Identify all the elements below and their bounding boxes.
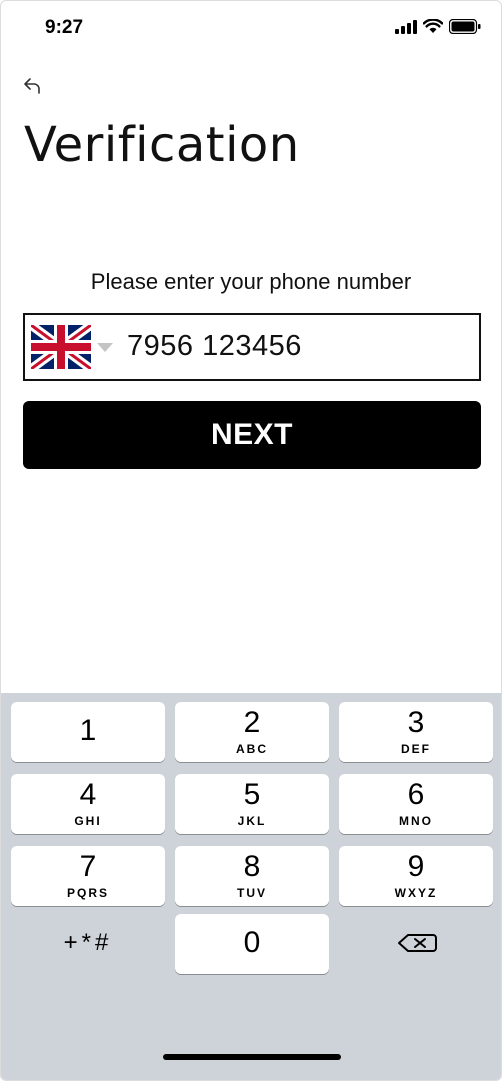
numeric-keypad: 1 2 ABC 3 DEF 4 GHI 5 JKL 6 MNO 7 PQRS 8… xyxy=(1,693,501,1080)
key-digit: 7 xyxy=(79,850,97,883)
key-2[interactable]: 2 ABC xyxy=(175,702,329,762)
phone-number-value[interactable]: 7956 123456 xyxy=(127,330,302,363)
key-9[interactable]: 9 WXYZ xyxy=(339,846,493,906)
key-digit: 4 xyxy=(79,778,97,811)
key-digit: 2 xyxy=(243,706,261,739)
key-digit: 1 xyxy=(79,714,97,747)
key-1[interactable]: 1 xyxy=(11,702,165,762)
status-icons xyxy=(395,19,481,34)
page-title: Verification xyxy=(24,117,300,173)
battery-icon xyxy=(449,19,481,34)
key-7[interactable]: 7 PQRS xyxy=(11,846,165,906)
key-letters: DEF xyxy=(401,742,431,756)
key-letters: JKL xyxy=(237,814,267,828)
key-digit: 0 xyxy=(243,926,261,959)
uk-flag-icon[interactable] xyxy=(31,325,91,369)
phone-input-field[interactable]: 7956 123456 xyxy=(23,313,481,381)
next-button[interactable]: NEXT xyxy=(23,401,481,469)
key-letters: PQRS xyxy=(66,886,109,900)
key-5[interactable]: 5 JKL xyxy=(175,774,329,834)
key-digit: 8 xyxy=(243,850,261,883)
back-arrow-icon[interactable] xyxy=(21,75,43,97)
status-time: 9:27 xyxy=(45,17,84,38)
phone-screen: 9:27 Verification Please enter your phon… xyxy=(0,0,502,1081)
key-letters: MNO xyxy=(399,814,433,828)
key-digit: 5 xyxy=(243,778,261,811)
key-digit: 6 xyxy=(407,778,425,811)
key-digit: 9 xyxy=(407,850,425,883)
signal-icon xyxy=(395,19,417,34)
home-indicator xyxy=(163,1054,341,1060)
key-0[interactable]: 0 xyxy=(175,914,329,974)
key-letters: GHI xyxy=(74,814,102,828)
key-digit: 3 xyxy=(407,706,425,739)
key-6[interactable]: 6 MNO xyxy=(339,774,493,834)
chevron-down-icon[interactable] xyxy=(97,343,113,353)
phone-prompt: Please enter your phone number xyxy=(90,269,412,294)
backspace-icon[interactable] xyxy=(339,919,493,967)
key-4[interactable]: 4 GHI xyxy=(11,774,165,834)
key-letters: WXYZ xyxy=(394,886,438,900)
key-letters: ABC xyxy=(236,742,268,756)
key-3[interactable]: 3 DEF xyxy=(339,702,493,762)
wifi-icon xyxy=(423,19,443,33)
symbols-key[interactable]: +*# xyxy=(11,921,165,981)
key-letters: TUV xyxy=(237,886,267,900)
key-8[interactable]: 8 TUV xyxy=(175,846,329,906)
